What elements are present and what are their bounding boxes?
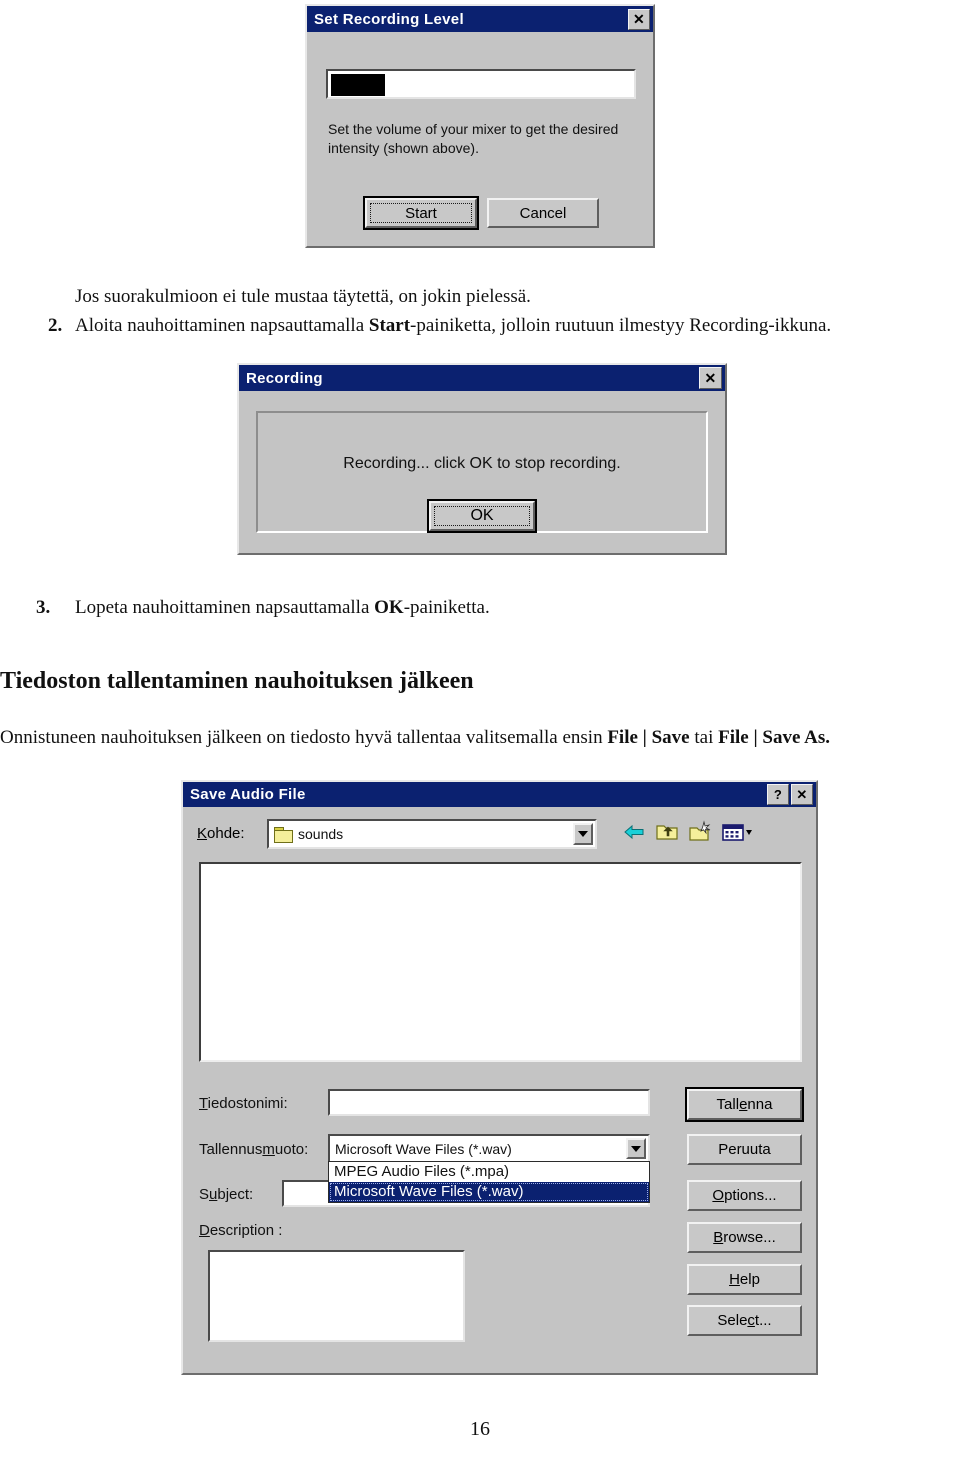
step-2-text-bold: Start	[368, 315, 411, 336]
dialog-titlebar[interactable]: Set Recording Level ✕	[307, 6, 653, 32]
paragraph-save-menu-2: File | Save As.	[718, 727, 830, 748]
step-2-number: 2.	[48, 315, 63, 336]
save-button[interactable]: Tallenna	[685, 1087, 804, 1122]
chevron-down-icon[interactable]	[626, 1138, 646, 1159]
recording-dialog: Recording ✕ Recording... click OK to sto…	[237, 363, 727, 555]
help-button[interactable]: Help	[687, 1264, 802, 1295]
paragraph-save-menu-1: File | Save	[607, 727, 690, 748]
chevron-down-icon[interactable]	[573, 823, 593, 845]
ok-button[interactable]: OK	[427, 499, 537, 533]
close-icon[interactable]: ✕	[628, 8, 650, 30]
titlebar-buttons: ✕	[699, 367, 722, 389]
step-2-text-c: -painiketta, jolloin ruutuun ilmestyy Re…	[410, 315, 832, 336]
paragraph-save-a: Onnistuneen nauhoituksen jälkeen on tied…	[0, 727, 608, 748]
look-in-label: Kohde:	[197, 825, 245, 842]
format-dropdown-list[interactable]: MPEG Audio Files (*.mpa) Microsoft Wave …	[328, 1161, 650, 1203]
dialog-title: Recording	[246, 369, 323, 387]
description-label: Description :	[199, 1222, 283, 1239]
views-icon[interactable]	[721, 820, 753, 844]
description-textarea[interactable]	[208, 1250, 465, 1342]
start-button-focus-ring: Start	[370, 203, 472, 223]
look-in-combobox[interactable]: sounds	[267, 819, 597, 849]
new-folder-icon[interactable]	[688, 820, 712, 844]
ok-button-label: OK	[470, 507, 494, 524]
dialog-body: Kohde: sounds Tiedostonimi: Tallennusmuo…	[183, 807, 816, 1373]
subject-label: Subject:	[199, 1186, 254, 1203]
titlebar-buttons: ✕	[628, 8, 650, 30]
level-help-text: Set the volume of your mixer to get the …	[328, 121, 619, 156]
recording-inner-panel: Recording... click OK to stop recording.…	[256, 411, 708, 533]
dialog-body: Set the volume of your mixer to get the …	[307, 32, 653, 246]
dialog-titlebar[interactable]: Recording ✕	[239, 365, 725, 391]
browse-button-label: Browse...	[713, 1229, 776, 1246]
format-combobox[interactable]: Microsoft Wave Files (*.wav)	[328, 1134, 650, 1163]
save-audio-file-dialog: Save Audio File ? ✕ Kohde: sounds Tiedos…	[181, 780, 818, 1375]
page-number: 16	[470, 1418, 490, 1440]
ok-button-focus-ring: OK	[434, 506, 530, 526]
save-button-label: Tallenna	[716, 1096, 773, 1113]
step-3-text-a: Lopeta nauhoittaminen napsauttamalla	[75, 597, 375, 618]
cancel-button[interactable]: Cancel	[487, 198, 599, 228]
help-button-label: Help	[729, 1271, 760, 1288]
paragraph-rectangle-note: Jos suorakulmioon ei tule mustaa täytett…	[75, 286, 531, 307]
options-button[interactable]: Options...	[687, 1180, 802, 1211]
close-icon[interactable]: ✕	[791, 784, 813, 805]
look-in-value: sounds	[298, 826, 344, 842]
dialog-title: Save Audio File	[190, 786, 306, 803]
format-value: Microsoft Wave Files (*.wav)	[335, 1140, 512, 1157]
question-mark-icon[interactable]: ?	[767, 784, 789, 805]
file-dialog-toolbar	[622, 820, 753, 844]
step-3-number: 3.	[36, 597, 51, 618]
close-icon[interactable]: ✕	[699, 367, 722, 389]
dialog-title: Set Recording Level	[314, 10, 464, 28]
folder-icon	[274, 826, 293, 843]
recording-message: Recording... click OK to stop recording.	[343, 455, 621, 472]
file-list[interactable]	[199, 862, 802, 1062]
filename-input[interactable]	[328, 1089, 650, 1116]
step-3-text: Lopeta nauhoittaminen napsauttamalla OK-…	[75, 597, 490, 619]
paragraph-save-instructions: Onnistuneen nauhoituksen jälkeen on tied…	[0, 727, 830, 749]
step-3-text-bold: OK	[374, 597, 404, 618]
select-button-label: Select...	[717, 1312, 772, 1329]
section-heading: Tiedoston tallentaminen nauhoituksen jäl…	[0, 668, 474, 694]
cancel-button-label: Cancel	[519, 204, 567, 222]
step-3-text-c: -painiketta.	[403, 597, 490, 618]
back-icon[interactable]	[622, 820, 646, 844]
step-2-text-a: Aloita nauhoittaminen napsauttamalla	[75, 315, 369, 336]
format-option-mpeg[interactable]: MPEG Audio Files (*.mpa)	[329, 1162, 649, 1182]
select-button[interactable]: Select...	[687, 1305, 802, 1336]
dialog-body: Recording... click OK to stop recording.…	[239, 391, 725, 553]
start-button[interactable]: Start	[363, 196, 479, 230]
dialog-titlebar[interactable]: Save Audio File ? ✕	[183, 782, 816, 807]
level-meter	[326, 69, 636, 99]
start-button-label: Start	[405, 204, 437, 222]
titlebar-buttons: ? ✕	[767, 784, 813, 805]
format-option-wave[interactable]: Microsoft Wave Files (*.wav)	[329, 1182, 649, 1202]
filename-label: Tiedostonimi:	[199, 1095, 288, 1112]
cancel-button[interactable]: Peruuta	[687, 1134, 802, 1165]
level-meter-fill	[331, 74, 385, 96]
look-in-row: Kohde: sounds	[197, 819, 804, 849]
look-in-label-rest: ohde:	[207, 825, 245, 842]
cancel-button-label: Peruuta	[718, 1141, 771, 1158]
up-one-level-icon[interactable]	[655, 820, 679, 844]
step-2-text: Aloita nauhoittaminen napsauttamalla Sta…	[75, 315, 831, 337]
paragraph-save-c: tai	[689, 727, 719, 748]
set-recording-level-dialog: Set Recording Level ✕ Set the volume of …	[305, 4, 655, 248]
options-button-label: Options...	[712, 1187, 777, 1204]
format-label: Tallennusmuoto:	[199, 1141, 309, 1158]
browse-button[interactable]: Browse...	[687, 1222, 802, 1253]
